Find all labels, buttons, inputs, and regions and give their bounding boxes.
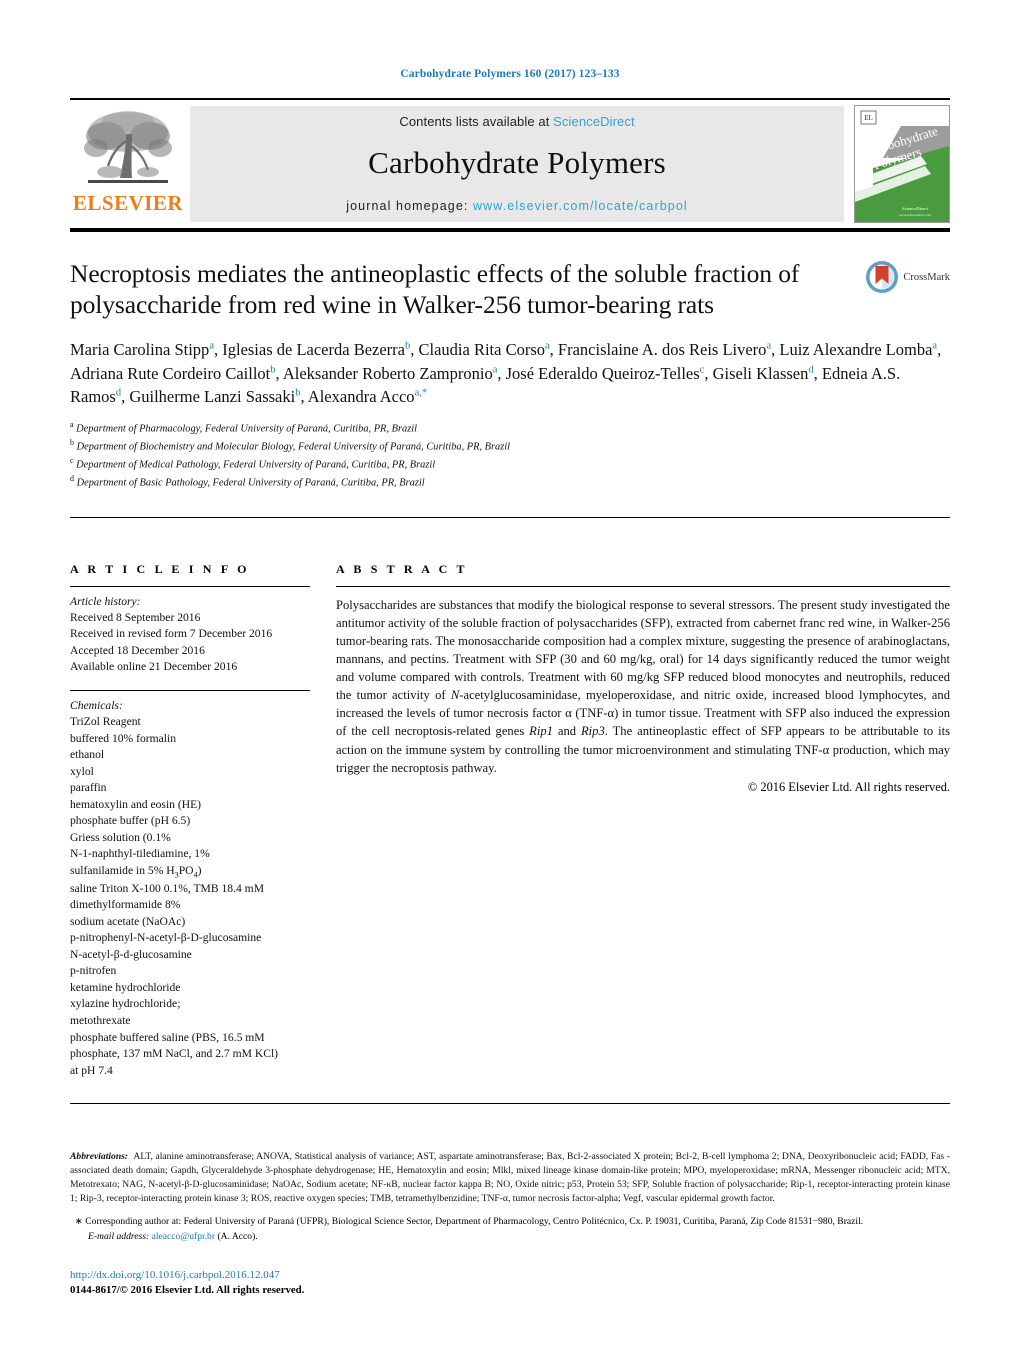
affiliation-list: a Department of Pharmacology, Federal Un… [70,419,950,490]
chemicals-label: Chemicals: [70,698,123,712]
info-section-top-rule [70,516,950,518]
affiliation-item: c Department of Medical Pathology, Feder… [70,455,950,473]
sciencedirect-link[interactable]: ScienceDirect [553,114,635,129]
chemical-item: xylazine hydrochloride; [70,997,181,1011]
cover-artwork-icon: EL Carbohydrate Polymers ScienceDirect w… [855,106,949,222]
chemicals-list: Chemicals: TriZol Reagent buffered 10% f… [70,689,310,1079]
doi-link[interactable]: http://dx.doi.org/10.1016/j.carbpol.2016… [70,1268,950,1284]
journal-homepage-link[interactable]: www.elsevier.com/locate/carbpol [473,199,688,213]
chemical-item: ketamine hydrochloride [70,980,181,994]
email-link[interactable]: aleacco@ufpr.br [152,1231,215,1242]
chemical-item: xylol [70,764,94,778]
history-item: Available online 21 December 2016 [70,660,238,674]
chemical-item: buffered 10% formalin [70,731,177,745]
elsevier-tree-icon [84,111,172,183]
crossmark-icon [866,261,899,293]
issn-copyright-line: 0144-8617/© 2016 Elsevier Ltd. All right… [70,1284,305,1297]
affiliation-item: a Department of Pharmacology, Federal Un… [70,419,950,437]
affiliation-text: Department of Basic Pathology, Federal U… [76,477,425,489]
chemical-item: phosphate, 137 mM NaCl, and 2.7 mM KCl) [70,1047,279,1061]
chemical-item: dimethylformamide 8% [70,898,181,912]
abstract-heading: A B S T R A C T [336,561,468,576]
article-info-column: A R T I C L E I N F O Article history: R… [70,548,332,1080]
abstract-column: A B S T R A C T Polysaccharides are subs… [332,548,950,1080]
crossmark-label: CrossMark [903,271,950,283]
chemical-item: phosphate buffer (pH 6.5) [70,814,191,828]
abbreviations-label: Abbreviations: [70,1151,129,1163]
running-head: Carbohydrate Polymers 160 (2017) 123–133 [400,68,620,80]
journal-masthead: ELSEVIER Contents lists available at Sci… [70,98,950,228]
affiliation-text: Department of Pharmacology, Federal Univ… [76,423,418,435]
svg-text:www.sciencedirect.com: www.sciencedirect.com [899,213,932,217]
svg-text:EL: EL [864,114,873,122]
history-item: Received in revised form 7 December 2016 [70,627,273,641]
corresponding-author-text: Corresponding author at: Federal Univers… [85,1215,864,1227]
affiliation-mark: a [70,420,74,430]
affiliation-mark: c [70,456,74,466]
contents-list-line: Contents lists available at ScienceDirec… [399,114,634,129]
abbreviations-note: Abbreviations: ALT, alanine aminotransfe… [70,1150,950,1206]
affiliation-text: Department of Medical Pathology, Federal… [76,459,436,471]
chemical-item: saline Triton X-100 0.1%, TMB 18.4 mM [70,881,264,895]
chemical-item: sodium acetate (NaOAc) [70,914,186,928]
info-abstract-columns: A R T I C L E I N F O Article history: R… [70,548,950,1080]
masthead-center: Contents lists available at ScienceDirec… [190,106,844,222]
cover-image: EL Carbohydrate Polymers ScienceDirect w… [854,105,950,223]
elsevier-logo: ELSEVIER [70,100,186,228]
email-suffix: (A. Acco). [217,1230,258,1242]
chemical-item: sulfanilamide in 5% H3PO4) [70,863,202,880]
chemical-item: paraffin [70,781,107,795]
crossmark-badge[interactable]: CrossMark [840,258,950,320]
affiliation-text: Department of Biochemistry and Molecular… [76,441,511,453]
chemical-item: Griess solution (0.1% [70,830,171,844]
email-note: E-mail address: aleacco@ufpr.br (A. Acco… [70,1231,950,1242]
contents-prefix: Contents lists available at [399,113,554,129]
article-info-heading: A R T I C L E I N F O [70,561,250,576]
svg-text:ScienceDirect: ScienceDirect [902,206,928,211]
journal-cover-thumbnail: EL Carbohydrate Polymers ScienceDirect w… [844,100,950,228]
author-list: Maria Carolina Stippa, Iglesias de Lacer… [70,340,942,407]
affiliation-item: d Department of Basic Pathology, Federal… [70,473,950,491]
chemical-item: N-1-naphthyl-tilediamine, 1% [70,847,210,861]
homepage-prefix: journal homepage: [346,198,474,213]
article-history-label: Article history: [70,594,141,608]
chemical-item: TriZol Reagent [70,715,141,729]
chemical-item: N-acetyl-β-d-glucosamine [70,947,192,961]
affiliation-item: b Department of Biochemistry and Molecul… [70,437,950,455]
abstract-copyright: © 2016 Elsevier Ltd. All rights reserved… [747,779,950,794]
chemical-item: phosphate buffered saline (PBS, 16.5 mM [70,1030,265,1044]
article-first-page: Carbohydrate Polymers 160 (2017) 123–133 [0,0,1020,1351]
abstract-text: Polysaccharides are substances that modi… [336,597,950,775]
affiliation-mark: b [70,438,74,448]
corresponding-author-note: ∗ Corresponding author at: Federal Unive… [70,1215,950,1229]
doi-footer: http://dx.doi.org/10.1016/j.carbpol.2016… [70,1268,950,1299]
journal-title: Carbohydrate Polymers [368,144,666,180]
title-block: Necroptosis mediates the antineoplastic … [70,258,950,320]
affiliation-mark: d [70,473,74,483]
chemical-item: ethanol [70,748,105,762]
page-title: Necroptosis mediates the antineoplastic … [70,259,800,320]
abstract-bottom-rule [70,1103,950,1105]
corresponding-author-marker: ∗ [74,1215,83,1227]
chemical-item: hematoxylin and eosin (HE) [70,797,202,811]
masthead-bottom-rule [70,228,950,232]
chemical-item: p-nitrophenyl-N-acetyl-β-D-glucosamine [70,931,262,945]
abbreviations-text: ALT, alanine aminotransferase; ANOVA, St… [70,1151,950,1204]
chemical-item: at pH 7.4 [70,1063,113,1077]
journal-homepage-line: journal homepage: www.elsevier.com/locat… [346,199,688,213]
email-label: E-mail address: [88,1230,150,1242]
chemical-item: p-nitrofen [70,964,117,978]
article-history: Article history: Received 8 September 20… [70,587,310,676]
history-item: Accepted 18 December 2016 [70,643,205,657]
elsevier-wordmark: ELSEVIER [72,191,184,215]
history-item: Received 8 September 2016 [70,611,201,624]
chemical-item: metothrexate [70,1013,131,1027]
